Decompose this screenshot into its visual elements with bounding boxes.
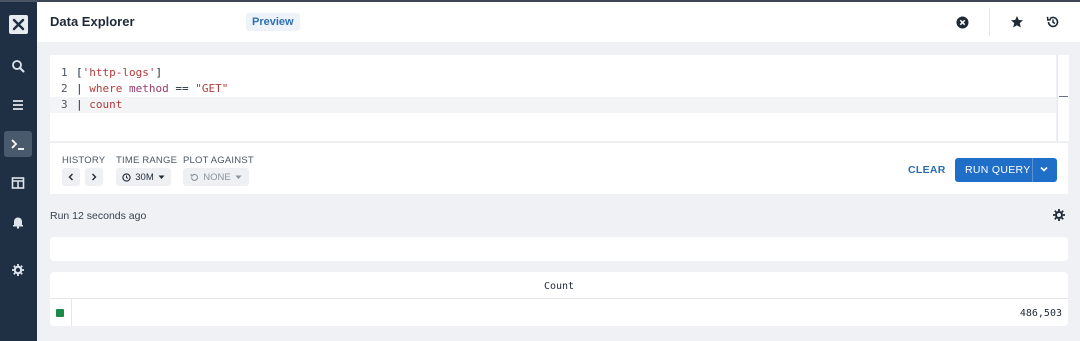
- list-icon: [13, 100, 23, 110]
- line-number: 2: [61, 82, 68, 95]
- sidebar-item-dashboards[interactable]: [4, 170, 32, 196]
- clear-button[interactable]: CLEAR: [908, 164, 946, 176]
- scrollbar-marker: [1059, 96, 1068, 97]
- plot-against-select[interactable]: NONE: [183, 168, 249, 186]
- line-number: 1: [61, 66, 68, 79]
- query-editor[interactable]: 1 ['http-logs'] 2 | where method == "GET…: [50, 55, 1056, 141]
- run-button-divider: [1032, 158, 1033, 182]
- sidebar-item-query[interactable]: [4, 131, 32, 157]
- time-range-select[interactable]: 30M: [116, 168, 171, 186]
- bell-icon: [13, 217, 23, 229]
- time-range-label: TIME RANGE: [116, 155, 178, 166]
- column-header: Count: [543, 281, 575, 292]
- chevron-left-icon: [68, 173, 73, 181]
- series-color-swatch: [56, 309, 64, 317]
- results-table: Count 486,503: [50, 272, 1068, 326]
- app-logo-icon[interactable]: [9, 15, 28, 34]
- gear-icon: [12, 264, 24, 276]
- line-number: 3: [61, 98, 68, 111]
- sidebar-item-settings[interactable]: [4, 257, 32, 283]
- terminal-icon: [11, 139, 24, 150]
- code-line: 2 | where method == "GET": [50, 81, 1056, 97]
- header-divider: [50, 298, 1068, 299]
- sidebar-item-search[interactable]: [4, 53, 32, 79]
- row-divider: [71, 299, 72, 326]
- search-icon: [12, 60, 25, 73]
- sidebar-item-alerts[interactable]: [4, 209, 32, 235]
- caret-down-icon: [235, 175, 242, 179]
- header-divider: [989, 8, 990, 36]
- code-text: ['http-logs']: [76, 66, 163, 79]
- preview-badge: Preview: [246, 13, 300, 31]
- caret-down-icon: [158, 175, 165, 179]
- run-status: Run 12 seconds ago: [50, 210, 147, 222]
- chevron-right-icon: [92, 173, 97, 181]
- history-label: HISTORY: [62, 155, 106, 166]
- sidebar: [0, 0, 37, 341]
- plot-against-label: PLOT AGAINST: [183, 155, 254, 166]
- header: Data Explorer Preview: [37, 2, 1080, 42]
- plot-against-value: NONE: [203, 171, 231, 183]
- gear-icon[interactable]: [1052, 208, 1066, 222]
- code-text: | where method == "GET": [76, 82, 229, 95]
- close-icon[interactable]: [953, 13, 971, 31]
- editor-scrollbar[interactable]: [1057, 55, 1069, 141]
- sidebar-item-list[interactable]: [4, 92, 32, 118]
- query-controls: HISTORY TIME RANGE 30M PLOT AGAINST NONE…: [50, 142, 1068, 194]
- code-text: | count: [76, 98, 123, 111]
- clock-icon: [122, 172, 131, 182]
- history-icon[interactable]: [1044, 13, 1062, 31]
- chart-panel: [50, 237, 1068, 261]
- count-value: 486,503: [1019, 308, 1062, 319]
- history-icon: [190, 173, 199, 181]
- chevron-down-icon[interactable]: [1039, 164, 1049, 177]
- star-icon[interactable]: [1008, 13, 1026, 31]
- code-line: 3 | count: [50, 97, 1056, 113]
- table-icon: [11, 177, 25, 189]
- history-back-button[interactable]: [62, 168, 80, 186]
- code-line: 1 ['http-logs']: [50, 65, 1056, 81]
- run-query-button[interactable]: RUN QUERY: [955, 158, 1057, 182]
- time-range-value: 30M: [135, 171, 154, 183]
- run-query-label: RUN QUERY: [965, 164, 1031, 176]
- page-title: Data Explorer: [50, 14, 135, 29]
- history-forward-button[interactable]: [85, 168, 103, 186]
